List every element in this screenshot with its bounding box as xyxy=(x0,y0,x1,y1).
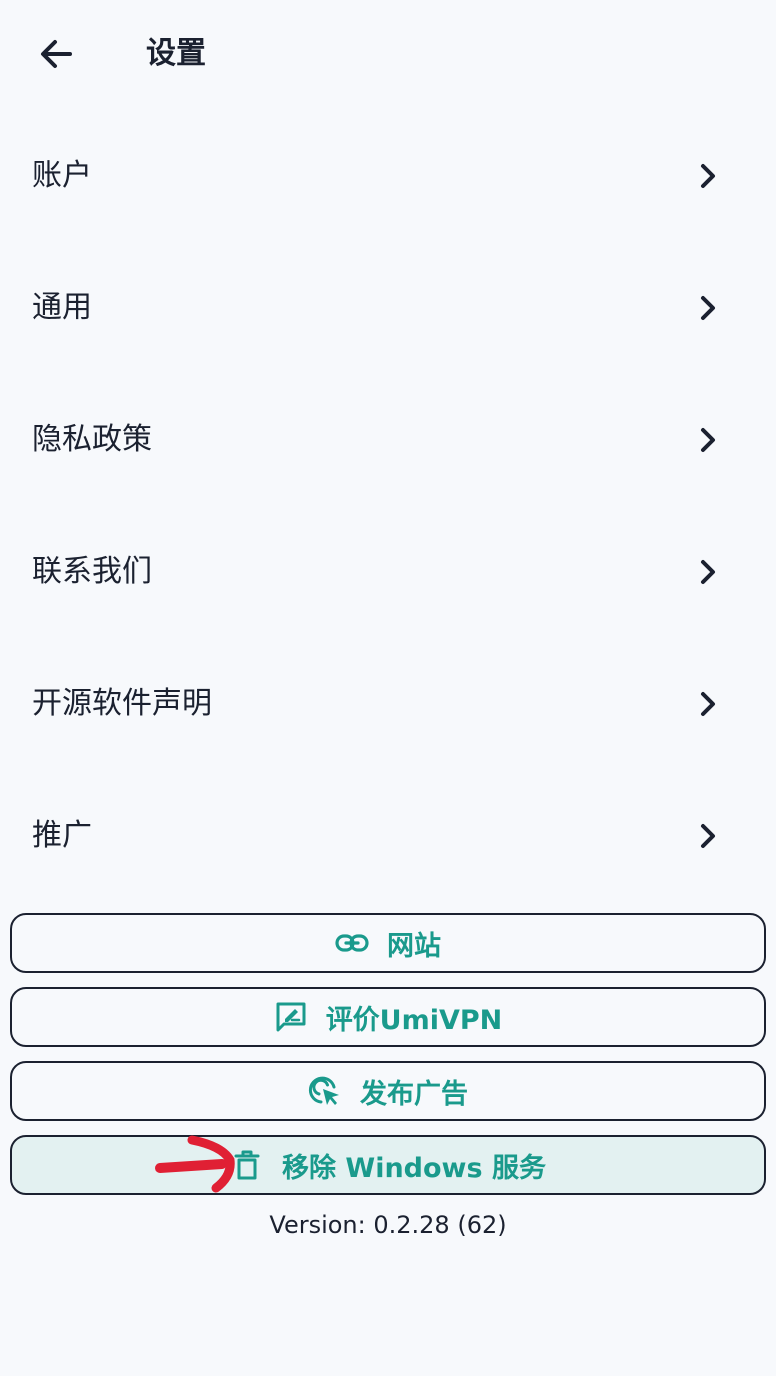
back-button[interactable] xyxy=(30,30,82,78)
menu-item-account[interactable]: 账户 xyxy=(0,110,776,242)
settings-menu: 账户 通用 隐私政策 联系我们 开源软件声明 推广 xyxy=(0,110,776,902)
publish-ad-button[interactable]: 发布广告 xyxy=(10,1061,766,1121)
app-header: 设置 xyxy=(0,0,776,108)
menu-item-label: 隐私政策 xyxy=(32,422,152,457)
menu-item-promotion[interactable]: 推广 xyxy=(0,770,776,902)
version-label: Version: 0.2.28 (62) xyxy=(269,1211,507,1239)
chevron-right-icon xyxy=(701,692,715,716)
chevron-right-icon xyxy=(701,824,715,848)
menu-item-contact-us[interactable]: 联系我们 xyxy=(0,506,776,638)
arrow-left-icon xyxy=(41,40,72,68)
menu-item-open-source-notices[interactable]: 开源软件声明 xyxy=(0,638,776,770)
page-title: 设置 xyxy=(146,36,206,71)
website-button-label: 网站 xyxy=(387,930,441,962)
menu-item-label: 推广 xyxy=(32,818,92,853)
remove-windows-service-button-label: 移除 Windows 服务 xyxy=(282,1152,546,1184)
rate-app-button-label: 评价UmiVPN xyxy=(325,1004,503,1036)
feedback-icon xyxy=(274,1000,308,1034)
menu-item-general[interactable]: 通用 xyxy=(0,242,776,374)
menu-item-label: 开源软件声明 xyxy=(32,686,212,721)
link-icon xyxy=(335,926,369,960)
chevron-right-icon xyxy=(701,164,715,188)
remove-windows-service-button[interactable]: 移除 Windows 服务 xyxy=(10,1135,766,1195)
menu-item-label: 联系我们 xyxy=(32,554,152,589)
chevron-right-icon xyxy=(701,296,715,320)
rate-app-button[interactable]: 评价UmiVPN xyxy=(10,987,766,1047)
chevron-right-icon xyxy=(701,428,715,452)
chevron-right-icon xyxy=(701,560,715,584)
annotation-arrow-icon xyxy=(155,1135,235,1193)
website-button[interactable]: 网站 xyxy=(10,913,766,973)
publish-ad-button-label: 发布广告 xyxy=(360,1078,468,1110)
menu-item-privacy-policy[interactable]: 隐私政策 xyxy=(0,374,776,506)
menu-item-label: 账户 xyxy=(32,158,92,193)
menu-item-label: 通用 xyxy=(32,290,92,325)
cursor-click-icon xyxy=(308,1074,342,1108)
